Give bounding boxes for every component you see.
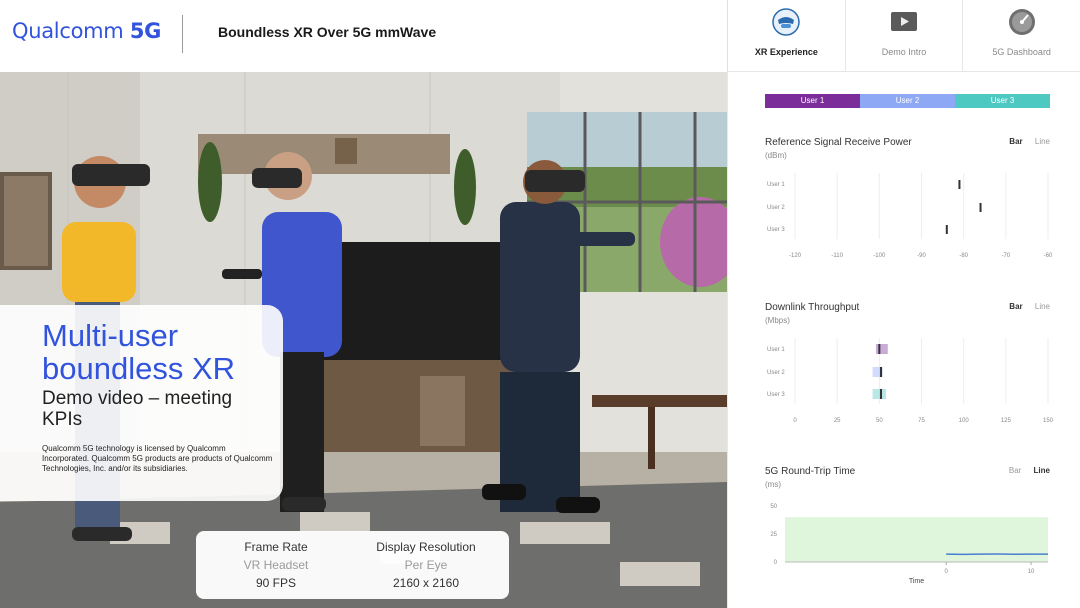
kpi-sub: VR Headset (243, 558, 309, 572)
bar-range (875, 344, 888, 354)
bar-marker (880, 367, 883, 377)
kpi-value: 2160 x 2160 (392, 576, 460, 590)
x-tick-label: 150 (1043, 418, 1054, 424)
bar-marker (979, 203, 982, 212)
panel-unit: (Mbps) (765, 316, 790, 325)
toggle-line[interactable]: Line (1034, 466, 1050, 475)
legend-user-2[interactable]: User 2 (860, 94, 955, 108)
x-tick-label: 100 (959, 418, 970, 424)
toggle-line[interactable]: Line (1035, 302, 1050, 311)
tab-demo-intro[interactable]: Demo Intro (845, 0, 964, 72)
bar-marker (945, 225, 948, 234)
kpi-display-resolution: Display Resolution Per Eye 2160 x 2160 (351, 540, 501, 590)
y-tick-label: 50 (770, 504, 777, 510)
x-tick-label: -110 (831, 253, 843, 259)
kpi-label: Frame Rate (244, 540, 308, 554)
x-tick-label: -120 (789, 253, 802, 259)
bar-range (872, 389, 887, 399)
headset-icon (772, 8, 801, 36)
toggle-bar[interactable]: Bar (1009, 137, 1022, 146)
x-tick-label: 0 (945, 569, 949, 575)
panel-title: Downlink Throughput (765, 302, 860, 313)
x-tick-label: -90 (917, 253, 926, 259)
y-tick-label: User 2 (767, 205, 785, 211)
legend-user-3[interactable]: User 3 (955, 94, 1050, 108)
speedometer-icon (1008, 9, 1035, 35)
chart-type-toggle: Bar Line (999, 137, 1050, 146)
nav-tabs: XR Experience Demo Intro 5G Dashboard (727, 0, 1080, 72)
rtt-panel: 5G Round-Trip Time (ms) Bar Line 50 25 0 0 1… (765, 466, 1055, 606)
y-tick-label: User 1 (767, 347, 785, 353)
throughput-chart: 0 25 50 75 100 125 150 User 1 User 2 User 3 (767, 338, 1054, 424)
tab-5g-dashboard[interactable]: 5G Dashboard (963, 0, 1080, 72)
throughput-panel: Downlink Throughput (Mbps) Bar Line 0 25 5… (765, 302, 1055, 452)
tab-xr-experience[interactable]: XR Experience (728, 0, 846, 72)
y-tick-label: User 2 (767, 370, 785, 376)
x-tick-label: 25 (834, 418, 841, 424)
legal-notice: Qualcomm 5G technology is licensed by Qu… (42, 444, 273, 473)
kpi-card: Frame Rate VR Headset 90 FPS Display Res… (196, 531, 509, 599)
x-tick-label: 125 (1001, 418, 1012, 424)
bar-marker (958, 180, 961, 189)
target-band (785, 517, 1048, 562)
x-axis-label: Time (909, 578, 924, 585)
toggle-bar[interactable]: Bar (1009, 302, 1022, 311)
qualcomm-5g-logo: Qualcomm 5G (12, 19, 161, 43)
kpi-frame-rate: Frame Rate VR Headset 90 FPS (201, 540, 351, 590)
panel-title: Reference Signal Receive Power (765, 137, 912, 148)
y-tick-label: 0 (774, 560, 778, 566)
x-tick-label: 10 (1028, 569, 1035, 575)
logo-suffix: 5G (129, 19, 162, 43)
x-tick-label: 75 (918, 418, 925, 424)
x-tick-label: -60 (1044, 253, 1053, 259)
panel-title: 5G Round-Trip Time (765, 466, 856, 477)
kpi-label: Display Resolution (376, 540, 476, 554)
bar-marker (880, 389, 883, 399)
x-tick-label: -80 (959, 253, 968, 259)
demo-subheadline: Demo video – meeting KPIs (42, 388, 233, 430)
x-tick-label: -70 (1001, 253, 1010, 259)
page-title: Boundless XR Over 5G mmWave (218, 24, 437, 40)
x-tick-label: -100 (873, 253, 886, 259)
user-legend: User 1 User 2 User 3 (765, 94, 1050, 108)
toggle-bar[interactable]: Bar (1009, 466, 1021, 475)
y-tick-label: User 3 (767, 227, 785, 233)
tab-label: Demo Intro (881, 47, 927, 57)
y-tick-label: User 1 (767, 182, 785, 188)
demo-headline: Multi-user boundless XR (42, 318, 236, 386)
tab-label: XR Experience (754, 47, 818, 57)
kpi-dashboard: User 1 User 2 User 3 Reference Signal Re… (727, 72, 1080, 608)
y-tick-label: User 3 (767, 392, 785, 398)
rtt-chart: 50 25 0 0 10 Time (770, 504, 1048, 585)
x-tick-label: 50 (876, 418, 883, 424)
demo-info-card: Multi-user boundless XR Demo video – mee… (0, 305, 283, 501)
chart-type-toggle: Bar Line (999, 466, 1050, 475)
panel-unit: (dBm) (765, 151, 787, 160)
toggle-line[interactable]: Line (1035, 137, 1050, 146)
header-divider (182, 15, 183, 53)
demo-video[interactable]: Multi-user boundless XR Demo video – mee… (0, 72, 727, 608)
tab-label: 5G Dashboard (992, 47, 1051, 57)
y-tick-label: 25 (770, 532, 777, 538)
bar-marker (878, 344, 881, 354)
play-icon (891, 12, 917, 31)
logo-brand: Qualcomm (12, 19, 124, 43)
rsrp-chart: -120 -110 -100 -90 -80 -70 -60 User 1 User 2 User… (767, 173, 1053, 259)
chart-type-toggle: Bar Line (999, 302, 1050, 311)
kpi-sub: Per Eye (404, 558, 448, 572)
legend-user-1[interactable]: User 1 (765, 94, 860, 108)
x-tick-label: 0 (793, 418, 797, 424)
kpi-value: 90 FPS (255, 576, 297, 590)
panel-unit: (ms) (765, 480, 781, 489)
rsrp-panel: Reference Signal Receive Power (dBm) Bar… (765, 137, 1055, 287)
header-bar: Qualcomm 5G Boundless XR Over 5G mmWave (0, 0, 727, 72)
